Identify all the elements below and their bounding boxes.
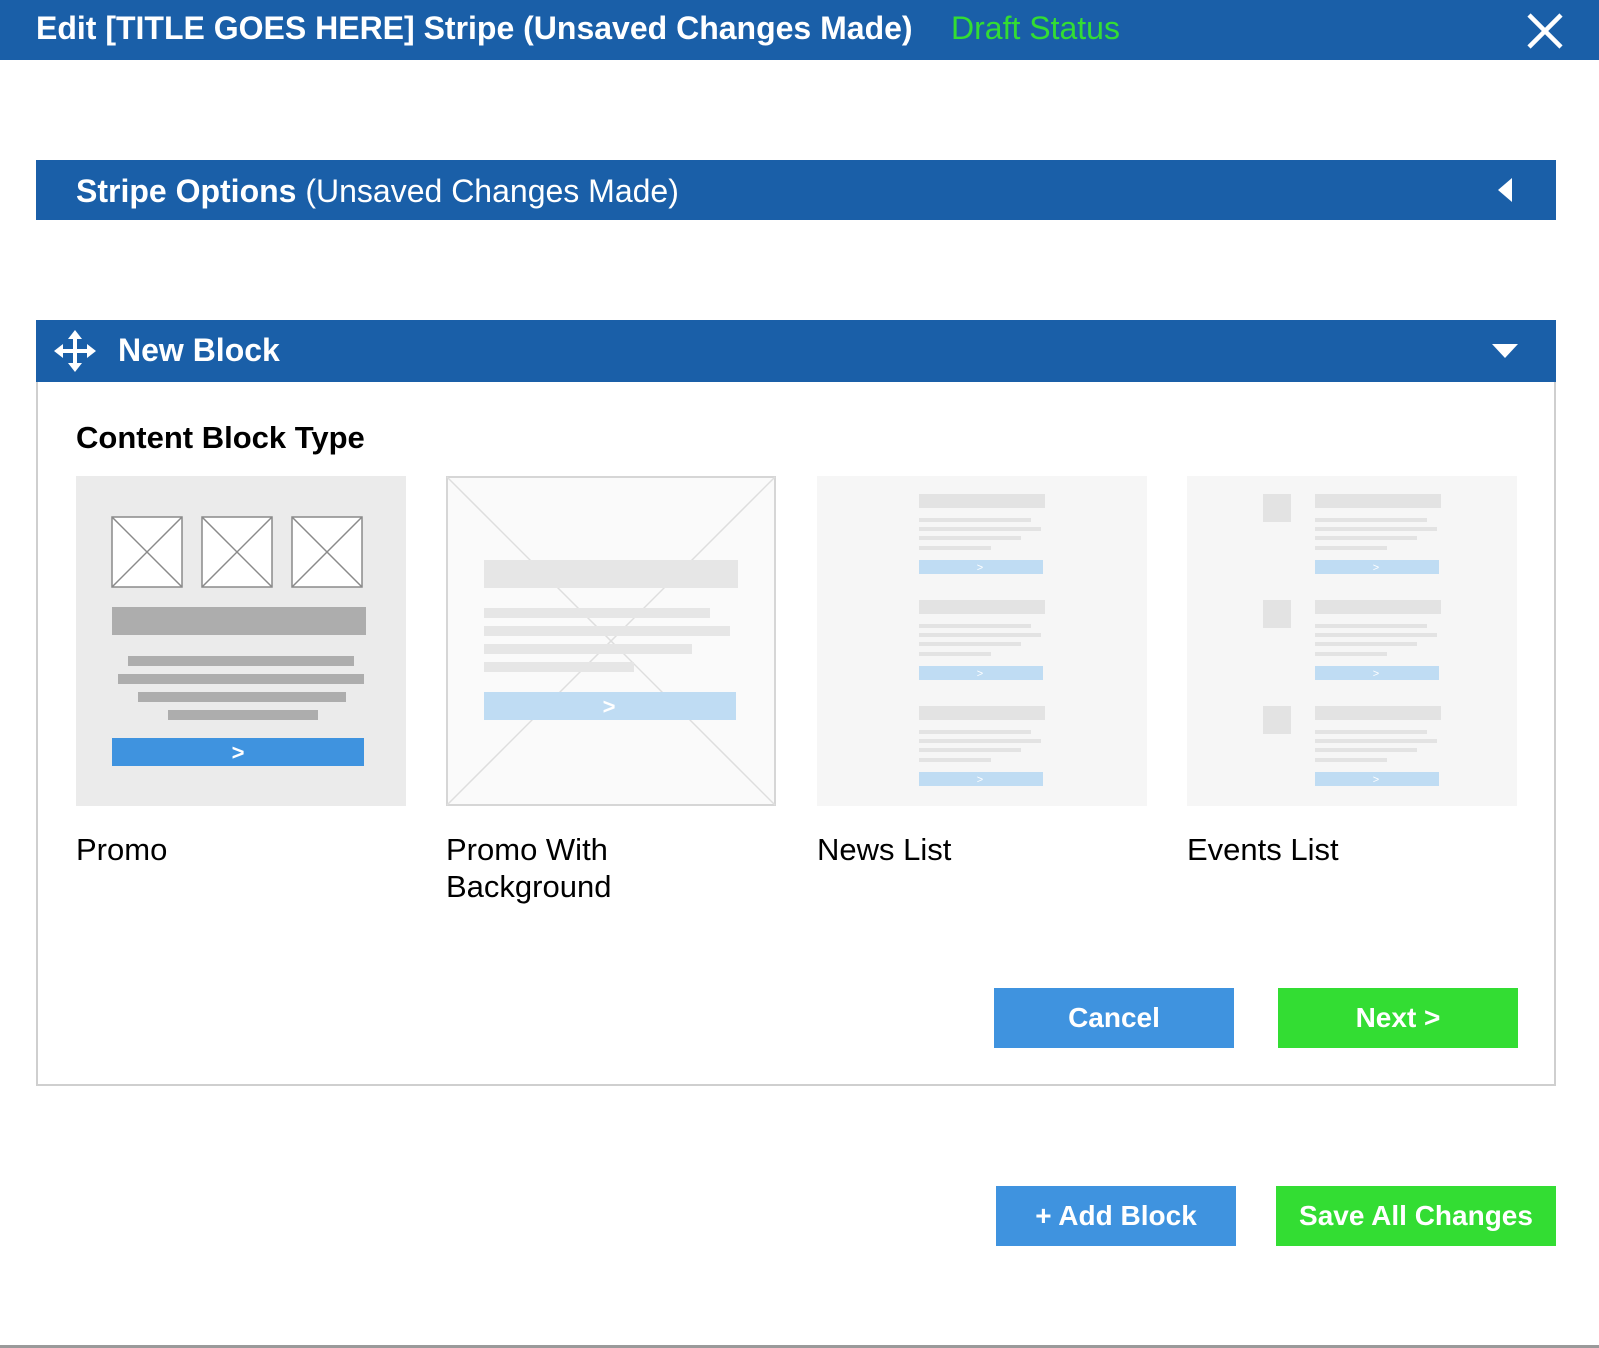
svg-text:>: > (977, 668, 983, 680)
draft-status: Draft Status (951, 10, 1120, 46)
add-block-button[interactable]: + Add Block (996, 1186, 1236, 1246)
block-type-promo[interactable]: > Promo (76, 476, 406, 868)
block-type-label: Events List (1187, 832, 1339, 867)
modal-header: Edit [TITLE GOES HERE] Stripe (Unsaved C… (0, 0, 1599, 60)
svg-text:>: > (1373, 668, 1379, 680)
block-type-label: News List (817, 832, 952, 867)
svg-text:>: > (977, 562, 983, 574)
stripe-options-title: Stripe Options (76, 173, 297, 209)
block-type-promo-with-background[interactable]: > Promo With Background (446, 476, 776, 905)
cancel-button[interactable]: Cancel (994, 988, 1234, 1048)
close-icon[interactable] (1526, 12, 1564, 50)
block-type-news-list[interactable]: > > > News List (817, 476, 1147, 868)
content-block-type-heading: Content Block Type (76, 420, 365, 455)
caret-left-icon[interactable] (1498, 178, 1512, 202)
svg-text:>: > (1373, 562, 1379, 574)
move-icon[interactable] (54, 330, 96, 372)
svg-text:>: > (977, 774, 983, 786)
svg-text:>: > (232, 740, 245, 765)
save-all-changes-button[interactable]: Save All Changes (1276, 1186, 1556, 1246)
news-list-thumbnail: > > > (817, 476, 1147, 806)
next-button[interactable]: Next > (1278, 988, 1518, 1048)
new-block-panel: New Block Content Block Type > Promo > P… (36, 320, 1556, 1086)
promo-thumbnail: > (76, 476, 406, 806)
block-type-label: Promo With Background (446, 832, 612, 904)
svg-text:>: > (603, 694, 616, 719)
modal-title: Edit [TITLE GOES HERE] Stripe (Unsaved C… (36, 10, 913, 46)
stripe-options-header[interactable]: Stripe Options (Unsaved Changes Made) (36, 160, 1556, 220)
promo-with-background-thumbnail: > (446, 476, 776, 806)
events-list-thumbnail: > > > (1187, 476, 1517, 806)
new-block-header: New Block (36, 320, 1556, 382)
stripe-options-note: (Unsaved Changes Made) (305, 173, 679, 209)
caret-down-icon[interactable] (1492, 344, 1518, 358)
svg-text:>: > (1373, 774, 1379, 786)
block-type-events-list[interactable]: > > > Events List (1187, 476, 1517, 868)
block-type-label: Promo (76, 832, 168, 867)
new-block-title: New Block (118, 332, 280, 368)
